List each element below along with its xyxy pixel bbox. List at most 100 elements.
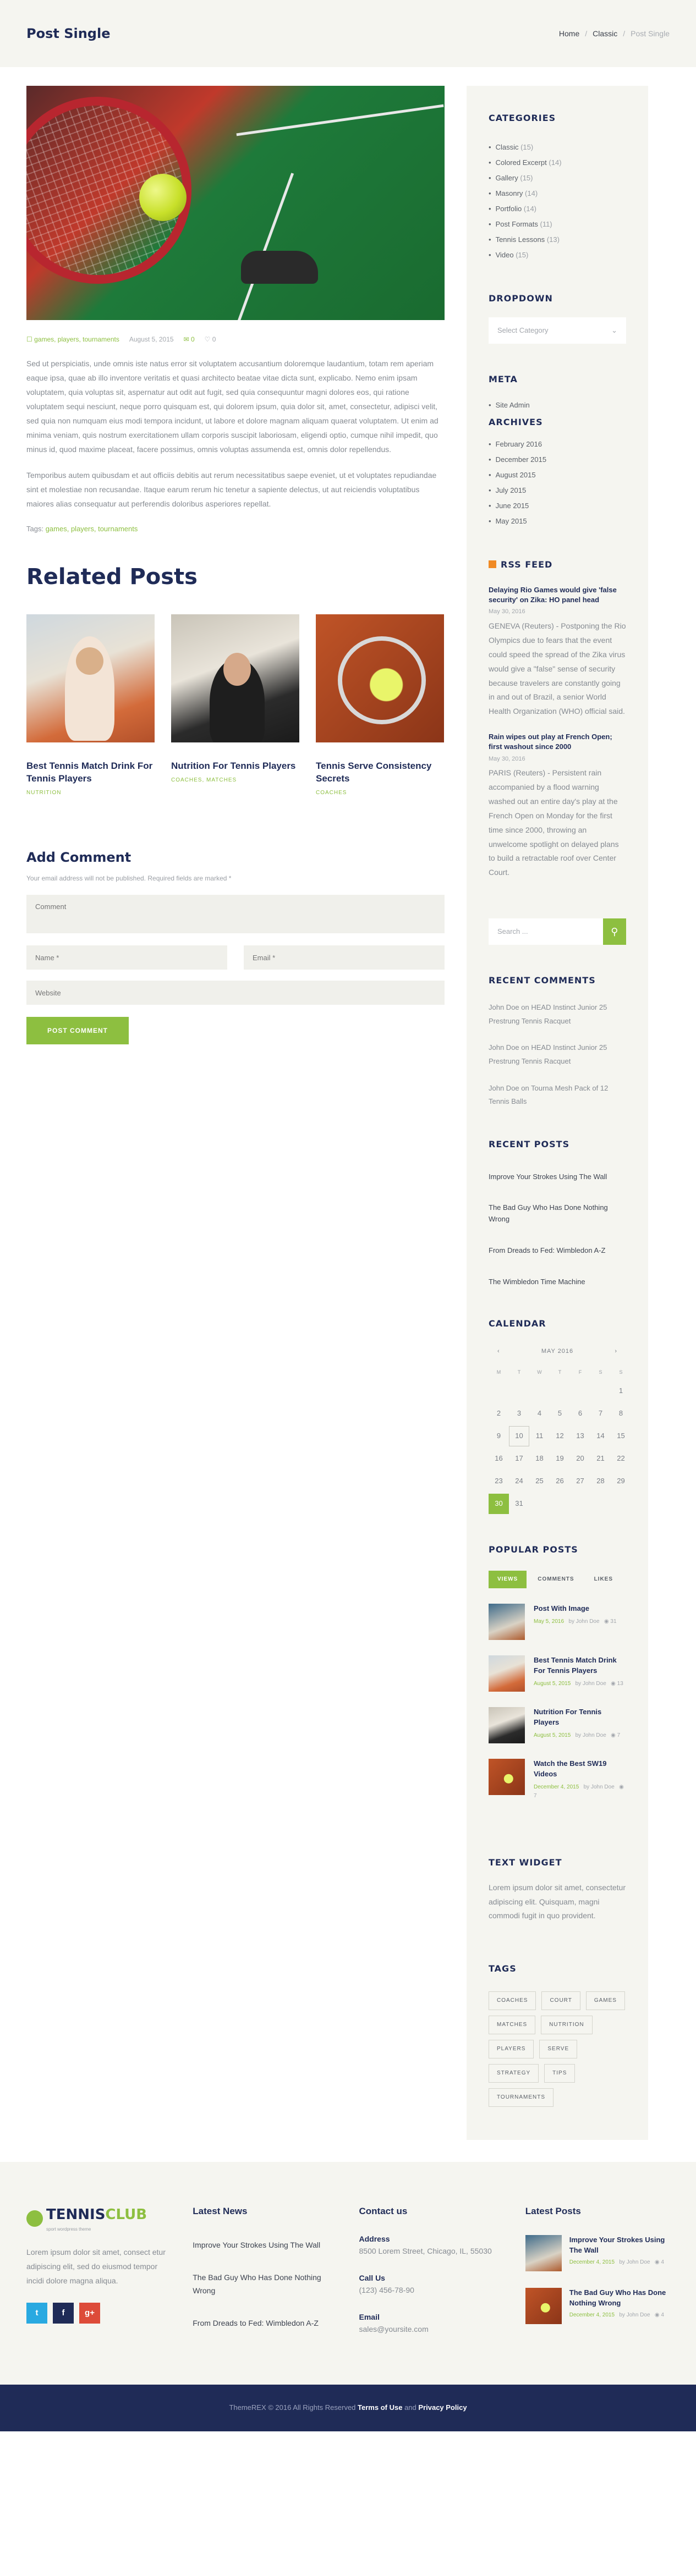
calendar-day[interactable]: 15: [611, 1426, 631, 1446]
archive-item[interactable]: February 2016: [489, 437, 626, 452]
popular-post-title[interactable]: Post With Image: [534, 1604, 617, 1614]
calendar-day[interactable]: 5: [550, 1403, 570, 1424]
recent-post-link[interactable]: The Bad Guy Who Has Done Nothing Wrong: [489, 1202, 626, 1225]
tag-link[interactable]: GAMES: [585, 1991, 625, 2010]
calendar-day[interactable]: 1: [611, 1381, 631, 1401]
email-field[interactable]: [244, 945, 445, 970]
tab-likes[interactable]: LIKES: [585, 1571, 622, 1588]
related-post-title[interactable]: Tennis Serve Consistency Secrets: [316, 760, 444, 785]
footer-post-thumbnail[interactable]: [525, 2288, 562, 2325]
calendar-day[interactable]: 10: [509, 1425, 529, 1446]
tag-link[interactable]: COACHES: [489, 1991, 536, 2010]
likes-count[interactable]: ♡ 0: [205, 334, 216, 345]
category-item[interactable]: Portfolio (14): [489, 201, 626, 217]
calendar-day[interactable]: 27: [570, 1471, 590, 1491]
popular-post-thumbnail[interactable]: [489, 1604, 525, 1641]
calendar-day[interactable]: 6: [570, 1403, 590, 1424]
news-link[interactable]: Improve Your Strokes Using The Wall: [193, 2238, 337, 2252]
related-post-category[interactable]: COACHES, MATCHES: [171, 776, 299, 785]
archive-item[interactable]: June 2015: [489, 498, 626, 514]
calendar-day[interactable]: 4: [529, 1403, 550, 1424]
popular-post-title[interactable]: Best Tennis Match Drink For Tennis Playe…: [534, 1655, 626, 1676]
calendar-day[interactable]: 30: [489, 1493, 509, 1514]
meta-link[interactable]: Site Admin: [489, 398, 626, 413]
tag-link[interactable]: SERVE: [539, 2039, 578, 2058]
calendar-day[interactable]: 14: [590, 1426, 611, 1446]
news-link[interactable]: From Dreads to Fed: Wimbledon A-Z: [193, 2316, 337, 2330]
calendar-day[interactable]: 31: [509, 1494, 529, 1514]
next-month-button[interactable]: ›: [615, 1347, 617, 1357]
related-post-title[interactable]: Nutrition For Tennis Players: [171, 760, 299, 773]
calendar-day[interactable]: 13: [570, 1426, 590, 1446]
tab-views[interactable]: VIEWS: [489, 1571, 527, 1589]
tag-link[interactable]: MATCHES: [489, 2015, 536, 2034]
twitter-icon[interactable]: t: [26, 2302, 47, 2324]
tag-link[interactable]: PLAYERS: [489, 2039, 534, 2058]
google-plus-icon[interactable]: g+: [79, 2302, 100, 2324]
website-field[interactable]: [26, 981, 445, 1005]
breadcrumb-classic[interactable]: Classic: [593, 27, 617, 40]
prev-month-button[interactable]: ‹: [497, 1347, 500, 1357]
calendar-day[interactable]: 7: [590, 1403, 611, 1424]
tag-link[interactable]: TOURNAMENTS: [489, 2088, 554, 2107]
comment-field[interactable]: [26, 895, 445, 934]
related-post-category[interactable]: NUTRITION: [26, 789, 155, 797]
footer-post-thumbnail[interactable]: [525, 2235, 562, 2272]
calendar-day[interactable]: 8: [611, 1403, 631, 1424]
calendar-day[interactable]: 23: [489, 1471, 509, 1491]
tag-link[interactable]: STRATEGY: [489, 2063, 539, 2083]
tag-link[interactable]: NUTRITION: [541, 2015, 593, 2034]
terms-link[interactable]: Terms of Use: [358, 2402, 402, 2414]
recent-post-link[interactable]: The Wimbledon Time Machine: [489, 1276, 626, 1288]
tag-link[interactable]: COURT: [541, 1991, 580, 2010]
privacy-link[interactable]: Privacy Policy: [418, 2402, 467, 2414]
category-item[interactable]: Gallery (15): [489, 170, 626, 186]
calendar-day[interactable]: 21: [590, 1449, 611, 1469]
category-item[interactable]: Masonry (14): [489, 186, 626, 201]
post-comment-button[interactable]: POST COMMENT: [26, 1017, 129, 1045]
archive-item[interactable]: December 2015: [489, 452, 626, 467]
related-post[interactable]: Nutrition For Tennis Players COACHES, MA…: [171, 614, 299, 797]
related-post-title[interactable]: Best Tennis Match Drink For Tennis Playe…: [26, 760, 155, 785]
category-item[interactable]: Colored Excerpt (14): [489, 155, 626, 170]
calendar-day[interactable]: 16: [489, 1449, 509, 1469]
calendar-day[interactable]: 11: [529, 1426, 550, 1446]
popular-post-thumbnail[interactable]: [489, 1759, 525, 1796]
calendar-day[interactable]: 29: [611, 1471, 631, 1491]
archive-item[interactable]: July 2015: [489, 483, 626, 498]
calendar-day[interactable]: 22: [611, 1449, 631, 1469]
facebook-icon[interactable]: f: [53, 2302, 74, 2324]
category-item[interactable]: Classic (15): [489, 140, 626, 155]
tag-link[interactable]: TIPS: [544, 2063, 576, 2083]
related-post-image[interactable]: [171, 614, 299, 742]
related-post[interactable]: Tennis Serve Consistency Secrets COACHES: [316, 614, 444, 797]
recent-post-link[interactable]: Improve Your Strokes Using The Wall: [489, 1171, 626, 1183]
archive-item[interactable]: May 2015: [489, 514, 626, 529]
calendar-day[interactable]: 19: [550, 1449, 570, 1469]
related-post-image[interactable]: [316, 614, 444, 742]
calendar-day[interactable]: 26: [550, 1471, 570, 1491]
related-post[interactable]: Best Tennis Match Drink For Tennis Playe…: [26, 614, 155, 797]
breadcrumb-home[interactable]: Home: [559, 27, 579, 40]
search-button[interactable]: ⚲: [602, 918, 626, 945]
calendar-day[interactable]: 12: [550, 1426, 570, 1446]
category-select[interactable]: Select Category ⌄: [489, 317, 626, 344]
popular-post-thumbnail[interactable]: [489, 1655, 525, 1692]
recent-post-link[interactable]: From Dreads to Fed: Wimbledon A-Z: [489, 1245, 626, 1257]
post-categories[interactable]: ☐ games, players, tournaments: [26, 334, 119, 345]
site-logo[interactable]: TENNISCLUB sport wordpress theme: [26, 2204, 171, 2233]
related-post-category[interactable]: COACHES: [316, 789, 444, 797]
calendar-day[interactable]: 2: [489, 1403, 509, 1424]
calendar-day[interactable]: 20: [570, 1449, 590, 1469]
category-item[interactable]: Post Formats (11): [489, 217, 626, 232]
rss-item-title[interactable]: Rain wipes out play at French Open; firs…: [489, 732, 626, 752]
category-item[interactable]: Tennis Lessons (13): [489, 232, 626, 247]
calendar-day[interactable]: 28: [590, 1471, 611, 1491]
footer-post-title[interactable]: The Bad Guy Who Has Done Nothing Wrong: [569, 2288, 670, 2309]
rss-item-title[interactable]: Delaying Rio Games would give 'false sec…: [489, 585, 626, 605]
calendar-day[interactable]: 17: [509, 1449, 529, 1469]
calendar-day[interactable]: 24: [509, 1471, 529, 1491]
popular-post-title[interactable]: Nutrition For Tennis Players: [534, 1707, 626, 1728]
related-post-image[interactable]: [26, 614, 155, 742]
tab-comments[interactable]: COMMENTS: [529, 1571, 583, 1588]
